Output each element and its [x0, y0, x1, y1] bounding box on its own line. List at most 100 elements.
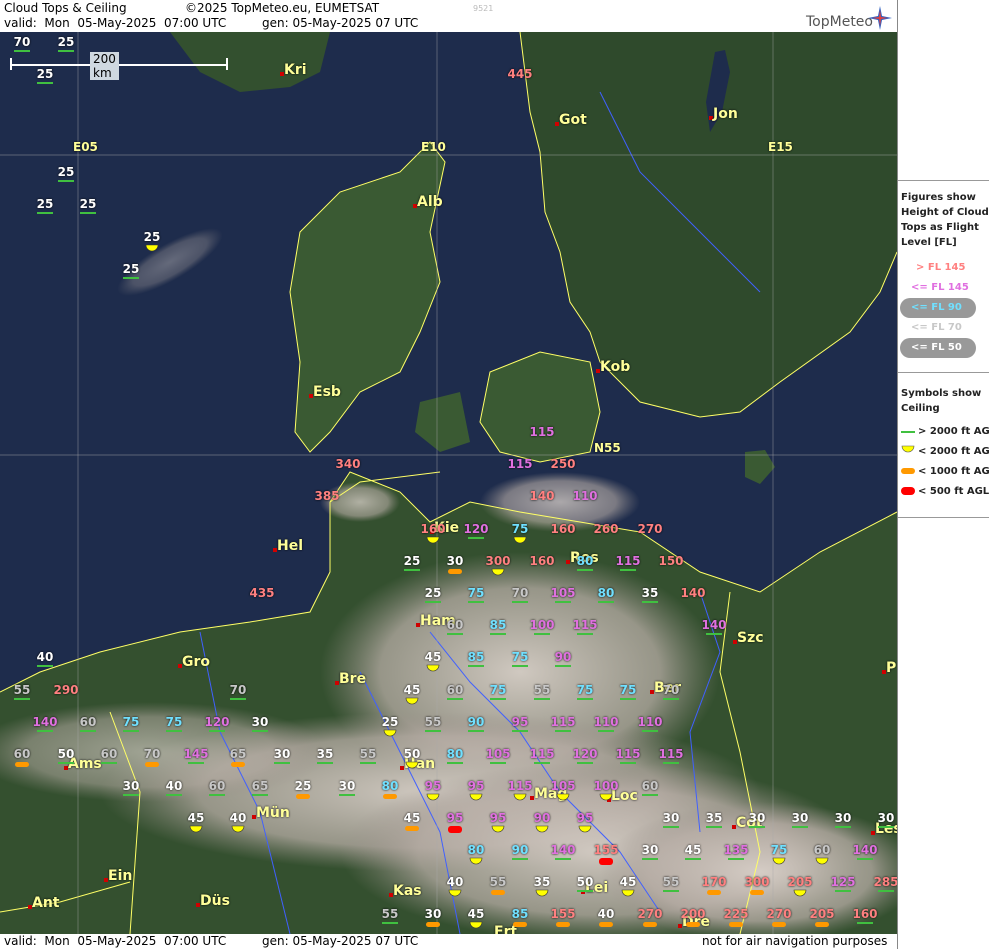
cloud-top-value: 105 — [550, 586, 575, 600]
city-label-gro[interactable]: Gro — [182, 654, 210, 670]
cloud-top-value-text: 85 — [489, 618, 507, 632]
ceiling-line-icon — [577, 698, 593, 700]
cloud-top-value: 30 — [663, 811, 680, 825]
cloud-top-value: 30 — [835, 811, 852, 825]
cloud-top-value-text: 145 — [183, 747, 209, 761]
city-label-düs[interactable]: Düs — [200, 893, 230, 909]
cloud-top-value: 90 — [512, 843, 529, 857]
city-label-szc[interactable]: Szc — [737, 630, 764, 646]
ceiling-line-icon — [663, 826, 679, 828]
ceiling-orange-pill-icon — [231, 762, 245, 767]
cloud-top-value-text: 160 — [529, 554, 555, 568]
cloud-top-value: 25 — [295, 779, 312, 793]
cloud-top-value-text: 50 — [57, 747, 75, 761]
ceiling-line-icon — [101, 762, 117, 764]
ceiling-line-icon — [490, 698, 506, 700]
cloud-top-value-text: 60 — [446, 618, 464, 632]
city-label-esb[interactable]: Esb — [313, 384, 341, 400]
cloud-top-value: 95 — [490, 811, 507, 825]
cloud-top-value: 100 — [529, 618, 554, 632]
cloud-top-value-text: 75 — [511, 522, 529, 536]
legend-ceil-gt2000: > 2000 ft AGL — [918, 426, 989, 437]
ceiling-line-icon — [14, 50, 30, 52]
ceiling-orange-pill-icon — [707, 890, 721, 895]
cloud-top-value-text: 30 — [877, 811, 895, 825]
city-label-kas[interactable]: Kas — [393, 883, 422, 899]
ceiling-half-circle-icon — [469, 793, 483, 801]
cloud-top-value: 60 — [209, 779, 226, 793]
cloud-top-value: 160 — [550, 522, 575, 536]
cloud-top-value: 45 — [188, 811, 205, 825]
city-label-ein[interactable]: Ein — [108, 868, 132, 884]
ceiling-line-icon — [468, 730, 484, 732]
ceiling-orange-pill-icon — [513, 922, 527, 927]
city-label-kri[interactable]: Kri — [284, 62, 307, 78]
cloud-top-value: 120 — [572, 747, 597, 761]
cloud-top-value: 95 — [512, 715, 529, 729]
ceiling-line-icon — [58, 50, 74, 52]
ceiling-orange-pill-icon — [405, 826, 419, 831]
ceiling-line-icon — [792, 826, 808, 828]
cloud-top-value-text: 80 — [381, 779, 399, 793]
cloud-top-value: 35 — [534, 875, 551, 889]
ceiling-line-icon — [577, 890, 593, 892]
satellite-map[interactable] — [0, 32, 897, 934]
cloud-top-value: 25 — [37, 197, 54, 211]
ceiling-half-circle-icon — [491, 568, 505, 576]
cloud-top-value: 155 — [593, 843, 618, 857]
ceiling-line-icon — [80, 212, 96, 214]
graticule-label-e05: E05 — [73, 140, 98, 154]
cloud-top-value: 40 — [166, 779, 183, 793]
cloud-top-value: 290 — [53, 683, 78, 697]
cloud-top-value-text: 60 — [208, 779, 226, 793]
cloud-top-value-text: 115 — [658, 747, 684, 761]
cloud-top-value: 75 — [512, 522, 529, 536]
city-label-p[interactable]: P — [886, 660, 896, 676]
city-label-ant[interactable]: Ant — [32, 895, 60, 911]
cloud-top-value-text: 385 — [314, 489, 340, 503]
cloud-top-value: 25 — [58, 165, 75, 179]
city-label-got[interactable]: Got — [559, 112, 587, 128]
cloud-top-value: 40 — [230, 811, 247, 825]
ceiling-line-icon — [534, 762, 550, 764]
city-label-bre[interactable]: Bre — [339, 671, 366, 687]
cloud-top-value-text: 285 — [873, 875, 899, 889]
cloud-top-value: 110 — [572, 489, 597, 503]
cloud-top-value: 35 — [317, 747, 334, 761]
cloud-top-value: 45 — [685, 843, 702, 857]
legend-ceil-lt2000: < 2000 ft AGL — [918, 446, 989, 457]
cloud-top-value-text: 140 — [529, 489, 555, 503]
cloud-top-value: 115 — [507, 779, 532, 793]
cloud-top-value: 95 — [425, 779, 442, 793]
cloud-top-value: 115 — [658, 747, 683, 761]
ceiling-orange-pill-icon — [815, 922, 829, 927]
city-label-mün[interactable]: Mün — [256, 805, 290, 821]
city-label-hel[interactable]: Hel — [277, 538, 303, 554]
cloud-top-value-text: 55 — [424, 715, 442, 729]
cloud-top-value: 35 — [642, 586, 659, 600]
ceiling-line-icon — [468, 665, 484, 667]
ceiling-line-icon — [360, 762, 376, 764]
cloud-top-value-text: 115 — [507, 457, 533, 471]
ceiling-line-icon — [706, 826, 722, 828]
cloud-top-value: 30 — [123, 779, 140, 793]
cloud-top-value: 120 — [204, 715, 229, 729]
city-label-kob[interactable]: Kob — [600, 359, 630, 375]
cloud-top-value: 30 — [425, 907, 442, 921]
ceiling-line-icon — [512, 730, 528, 732]
cloud-top-value-text: 95 — [424, 779, 442, 793]
cloud-top-value: 140 — [529, 489, 554, 503]
cloud-top-value: 385 — [314, 489, 339, 503]
cloud-top-value: 50 — [577, 875, 594, 889]
cloud-top-value-text: 90 — [467, 715, 485, 729]
cloud-top-value-text: 225 — [723, 907, 749, 921]
cloud-top-value: 25 — [123, 262, 140, 276]
footer-generation-time: gen: 05-May-2025 07 UTC — [262, 934, 419, 948]
ceiling-orange-pill-icon — [643, 922, 657, 927]
city-label-alb[interactable]: Alb — [417, 194, 443, 210]
cloud-top-value: 115 — [529, 747, 554, 761]
ceiling-half-circle-icon — [491, 825, 505, 833]
legend-fl-le50: <= FL 50 — [911, 342, 962, 353]
city-label-jon[interactable]: Jon — [713, 106, 738, 122]
cloud-top-value: 95 — [447, 811, 464, 825]
